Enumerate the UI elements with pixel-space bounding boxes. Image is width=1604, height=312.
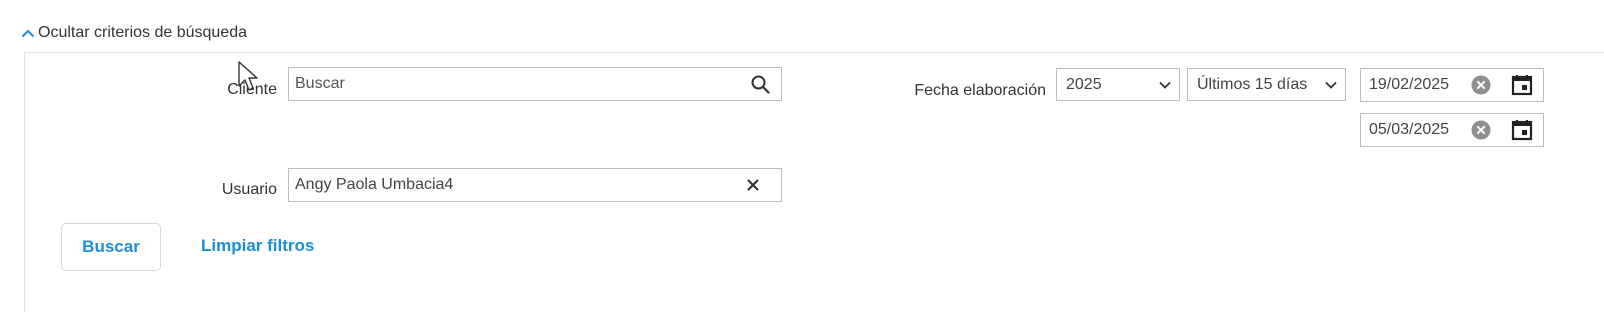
clear-circle-icon[interactable]: [1471, 120, 1491, 140]
close-icon[interactable]: [742, 175, 764, 195]
cliente-search-field: [288, 67, 782, 101]
calendar-icon[interactable]: [1511, 74, 1533, 96]
fecha-elaboracion-label: Fecha elaboración: [914, 82, 1046, 99]
date-to-field[interactable]: 05/03/2025: [1360, 113, 1544, 147]
clear-filters-link[interactable]: Limpiar filtros: [201, 236, 314, 256]
cliente-search-input[interactable]: [295, 68, 781, 100]
usuario-value: Angy Paola Umbacia4: [295, 176, 454, 193]
clear-circle-icon[interactable]: [1471, 75, 1491, 95]
calendar-icon[interactable]: [1511, 119, 1533, 141]
date-range-select[interactable]: Últimos 15 días: [1187, 68, 1346, 101]
toggle-label: Ocultar criterios de búsqueda: [38, 24, 247, 41]
date-to-value: 05/03/2025: [1369, 121, 1450, 138]
usuario-field[interactable]: Angy Paola Umbacia4: [288, 168, 782, 202]
search-button[interactable]: Buscar: [61, 223, 161, 271]
chevron-up-icon: [20, 25, 36, 41]
year-select-value: 2025: [1066, 75, 1102, 93]
chevron-down-icon: [1325, 81, 1337, 89]
toggle-search-criteria[interactable]: Ocultar criterios de búsqueda: [20, 22, 247, 44]
chevron-down-icon: [1159, 81, 1171, 89]
year-select[interactable]: 2025: [1056, 68, 1180, 101]
search-icon[interactable]: [748, 73, 772, 95]
date-from-value: 19/02/2025: [1369, 76, 1450, 93]
usuario-label: Usuario: [221, 181, 277, 198]
date-from-field[interactable]: 19/02/2025: [1360, 68, 1544, 102]
date-range-value: Últimos 15 días: [1197, 75, 1308, 93]
mouse-pointer-icon: [238, 61, 260, 98]
